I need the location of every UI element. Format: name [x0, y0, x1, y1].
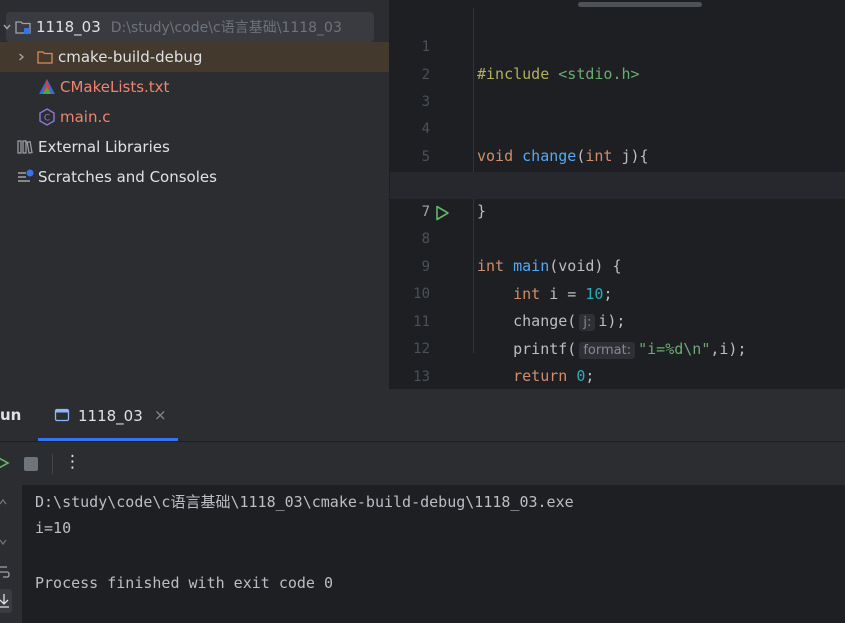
tree-item-scratches[interactable]: Scratches and Consoles [0, 162, 389, 192]
code-line-current: 7 [390, 172, 845, 220]
tree-item-cmake-build-debug[interactable]: cmake-build-debug [0, 42, 389, 72]
scroll-up-icon[interactable] [0, 497, 8, 507]
project-panel: 1118_03 D:\study\code\c语言基础\1118_03 cmak… [0, 0, 389, 389]
svg-text:C: C [44, 114, 50, 124]
tree-item-label: Scratches and Consoles [38, 168, 217, 186]
toolbar-separator [52, 454, 53, 474]
chevron-right-icon[interactable] [16, 52, 26, 62]
folder-icon [37, 51, 53, 64]
scratches-icon [18, 169, 34, 182]
tree-root-path: D:\study\code\c语言基础\1118_03 [110, 20, 342, 36]
stop-icon[interactable] [24, 457, 38, 471]
code-line: 3 [390, 62, 845, 110]
run-tool-window: un 1118_03 × ⋮ D:\study\code\c语言基础\1118_… [0, 389, 845, 623]
tree-item-label: External Libraries [38, 138, 170, 156]
code-token: return [513, 367, 568, 385]
active-tab-underline [38, 438, 178, 441]
console-output[interactable]: D:\study\code\c语言基础\1118_03\cmake-build-… [22, 485, 845, 623]
scroll-down-icon[interactable] [0, 537, 8, 547]
code-editor[interactable]: 1 #include <stdio.h> 2 3 4 void change(i… [390, 0, 845, 389]
console-line-command: D:\study\code\c语言基础\1118_03\cmake-build-… [35, 493, 574, 511]
library-icon [17, 140, 33, 154]
code-line: 8 int main(void) { [390, 199, 845, 275]
tree-item-main-c[interactable]: C main.c [0, 102, 389, 132]
console-line-output: i=10 [35, 519, 72, 537]
console-side-toolbar [0, 485, 22, 623]
code-line: 2 [390, 35, 845, 83]
tree-root-name: 1118_03 [36, 18, 101, 36]
run-gutter-icon[interactable] [434, 205, 450, 221]
module-folder-icon [15, 21, 31, 34]
scroll-to-end-icon [0, 594, 9, 608]
code-line: 4 void change(int j){ [390, 89, 845, 165]
code-line: 1 #include <stdio.h> [390, 7, 845, 83]
tree-item-label: main.c [60, 108, 111, 126]
code-line: 13 } [390, 337, 845, 385]
more-options-icon[interactable]: ⋮ [64, 452, 81, 472]
code-line: 5 j = 5; [390, 117, 845, 193]
run-window-title: un [0, 406, 22, 424]
run-tab-1118_03[interactable]: 1118_03 × [38, 389, 178, 441]
tree-item-cmakelists[interactable]: CMakeLists.txt [0, 72, 389, 102]
code-line: 6 } [390, 144, 845, 220]
cmake-icon [39, 79, 55, 94]
chevron-down-icon[interactable] [2, 22, 12, 32]
rerun-icon[interactable] [0, 455, 10, 471]
code-line: 12 return 0; [390, 309, 845, 385]
tree-item-label: CMakeLists.txt [60, 78, 170, 96]
c-file-icon: C [39, 108, 55, 126]
line-number: 13 [413, 369, 430, 385]
code-line: 9 int i = 10; [390, 227, 845, 303]
tree-item-label: cmake-build-debug [58, 48, 203, 66]
run-toolbar: ⋮ [0, 442, 845, 484]
tree-item-external-libraries[interactable]: External Libraries [0, 132, 389, 162]
tree-root-1118_03[interactable]: 1118_03 D:\study\code\c语言基础\1118_03 [3, 12, 374, 42]
console-icon [54, 408, 70, 422]
code-line: 10 change(j: i); [390, 254, 845, 331]
console-line-exit: Process finished with exit code 0 [35, 574, 334, 592]
close-tab-icon[interactable]: × [154, 406, 167, 424]
scroll-to-end-button[interactable] [0, 589, 12, 613]
code-line: 11 printf(format: "i=%d\n",i); [390, 282, 845, 359]
soft-wrap-icon[interactable] [0, 565, 10, 579]
run-tab-bar: un 1118_03 × [0, 389, 845, 442]
run-tab-label: 1118_03 [78, 407, 143, 425]
code-token: ; [585, 367, 595, 385]
